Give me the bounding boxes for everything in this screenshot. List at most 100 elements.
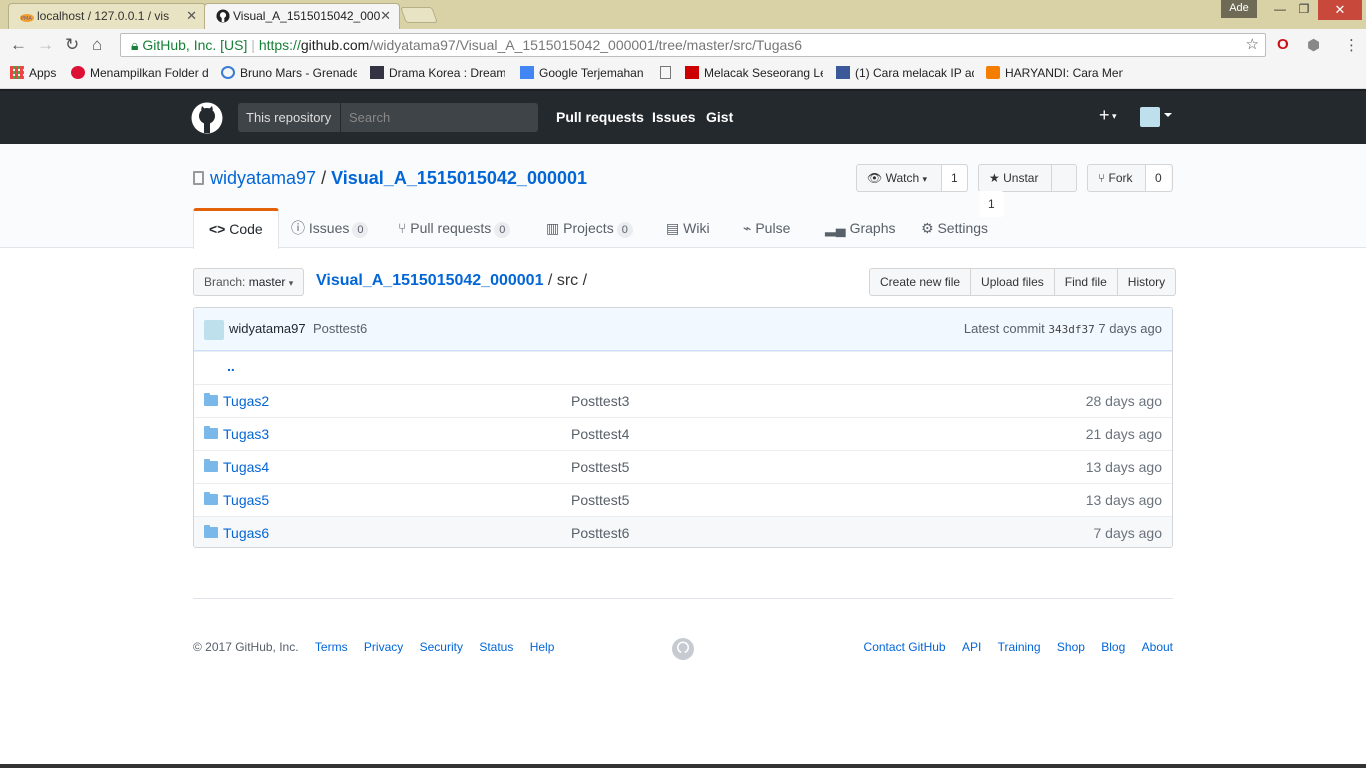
footer-link-status[interactable]: Status bbox=[479, 640, 513, 654]
address-bar[interactable]: 🔒︎ GitHub, Inc. [US] | https://github.co… bbox=[120, 33, 1266, 57]
fork-count[interactable]: 0 bbox=[1146, 165, 1171, 191]
tab-projects[interactable]: ▥ Projects 0 bbox=[546, 208, 633, 248]
page-icon bbox=[660, 66, 671, 79]
tab-title: Visual_A_1515015042_000 bbox=[233, 9, 381, 23]
file-name-link[interactable]: Tugas6 bbox=[223, 525, 269, 541]
footer-link-about[interactable]: About bbox=[1142, 640, 1173, 654]
footer-link-training[interactable]: Training bbox=[998, 640, 1041, 654]
footer-link-security[interactable]: Security bbox=[420, 640, 463, 654]
git-pull-request-icon: ⑂ bbox=[398, 220, 407, 236]
github-header: This repository Search Pull requests Iss… bbox=[0, 89, 1366, 144]
magnifier-icon bbox=[221, 66, 235, 79]
tab-pull-requests[interactable]: ⑂ Pull requests 0 bbox=[398, 208, 511, 248]
commit-sha-link[interactable]: 343df37 bbox=[1048, 323, 1094, 336]
fork-button[interactable]: ⑂ Fork 0 bbox=[1087, 164, 1173, 192]
forward-arrow-icon[interactable]: → bbox=[37, 35, 54, 55]
avatar[interactable] bbox=[1140, 107, 1160, 127]
minimize-icon[interactable]: — bbox=[1270, 0, 1290, 18]
latest-commit-info: Latest commit 343df37 7 days ago bbox=[963, 321, 1162, 336]
close-icon[interactable]: ✕ bbox=[380, 4, 391, 28]
parent-directory-link[interactable]: .. bbox=[227, 358, 235, 374]
bookmark-star-icon[interactable]: ☆ bbox=[1246, 34, 1259, 56]
bookmark-apps[interactable]: Apps bbox=[10, 66, 56, 80]
table-row: Tugas4 Posttest5 13 days ago bbox=[194, 450, 1172, 483]
reload-icon[interactable]: ↻ bbox=[65, 35, 79, 55]
watch-count[interactable]: 1 bbox=[942, 165, 967, 191]
upload-files-button[interactable]: Upload files bbox=[971, 269, 1055, 295]
commit-message-link[interactable]: Posttest5 bbox=[571, 459, 629, 475]
avatar[interactable] bbox=[204, 320, 224, 340]
repo-title-separator: / bbox=[321, 168, 327, 188]
bookmark-item[interactable]: Bruno Mars - Grenade bbox=[221, 66, 357, 80]
profile-user-label[interactable]: Ade bbox=[1221, 0, 1257, 18]
bookmark-item[interactable]: Drama Korea : Dream bbox=[370, 66, 505, 80]
h-icon bbox=[685, 66, 699, 79]
file-name-link[interactable]: Tugas3 bbox=[223, 426, 269, 442]
parent-directory-row[interactable]: .. bbox=[194, 351, 1172, 384]
commit-author-link[interactable]: widyatama97 bbox=[229, 321, 306, 336]
watch-button[interactable]: 👁︎ Watch ▾ 1 bbox=[856, 164, 968, 192]
tab-pulse[interactable]: ⌁ Pulse bbox=[743, 208, 790, 248]
copyright-text: © 2017 GitHub, Inc. bbox=[193, 640, 299, 654]
opera-icon[interactable]: O bbox=[1277, 36, 1289, 53]
url-divider: | bbox=[251, 37, 259, 53]
repo-name-link[interactable]: Visual_A_1515015042_000001 bbox=[331, 168, 587, 188]
search-input[interactable]: Search bbox=[341, 103, 538, 132]
bookmark-item[interactable]: HARYANDI: Cara Men bbox=[986, 66, 1123, 80]
header-nav-issues[interactable]: Issues bbox=[652, 109, 696, 125]
browser-tab-github[interactable]: Visual_A_1515015042_000 ✕ bbox=[204, 3, 400, 29]
project-icon: ▥ bbox=[546, 220, 560, 236]
restore-icon[interactable]: ❐ bbox=[1294, 0, 1314, 18]
branch-select-button[interactable]: Branch: master ▾ bbox=[193, 268, 305, 296]
github-mark-icon[interactable] bbox=[671, 637, 695, 661]
commit-message-link[interactable]: Posttest6 bbox=[571, 525, 629, 541]
menu-icon[interactable]: ⋮ bbox=[1344, 36, 1359, 54]
file-name-link[interactable]: Tugas2 bbox=[223, 393, 269, 409]
history-button[interactable]: History bbox=[1118, 269, 1175, 295]
tab-settings[interactable]: ⚙ Settings bbox=[921, 208, 988, 248]
commit-message-link[interactable]: Posttest4 bbox=[571, 426, 629, 442]
create-new-icon[interactable]: + ▾ bbox=[1099, 105, 1117, 126]
commit-age: 28 days ago bbox=[1085, 393, 1162, 409]
header-nav-pull-requests[interactable]: Pull requests bbox=[556, 109, 644, 125]
github-logo-icon[interactable] bbox=[191, 102, 223, 134]
tab-code[interactable]: <> Code bbox=[193, 208, 279, 249]
svg-text:PMA: PMA bbox=[21, 16, 32, 22]
new-tab-button[interactable] bbox=[400, 7, 438, 23]
header-nav-gist[interactable]: Gist bbox=[706, 109, 733, 125]
home-icon[interactable]: ⌂ bbox=[92, 35, 102, 55]
footer-link-shop[interactable]: Shop bbox=[1057, 640, 1085, 654]
footer-link-contact-github[interactable]: Contact GitHub bbox=[864, 640, 946, 654]
breadcrumb-repo-link[interactable]: Visual_A_1515015042_000001 bbox=[316, 272, 543, 289]
tab-issues[interactable]: ⓘ Issues 0 bbox=[291, 208, 369, 248]
bookmark-item[interactable]: (1) Cara melacak IP ad bbox=[836, 66, 974, 80]
commit-message-link[interactable]: Posttest3 bbox=[571, 393, 629, 409]
commit-message-link[interactable]: Posttest5 bbox=[571, 492, 629, 508]
gear-icon: ⚙ bbox=[921, 220, 934, 236]
footer-link-blog[interactable]: Blog bbox=[1101, 640, 1125, 654]
footer-link-privacy[interactable]: Privacy bbox=[364, 640, 403, 654]
file-name-link[interactable]: Tugas4 bbox=[223, 459, 269, 475]
browser-tab-phpmyadmin[interactable]: PMA localhost / 127.0.0.1 / vis ✕ bbox=[8, 3, 206, 29]
tab-graphs[interactable]: ▂▄ Graphs bbox=[825, 208, 896, 248]
bookmark-item[interactable]: Menampilkan Folder d bbox=[71, 66, 208, 80]
bookmark-item[interactable]: Melacak Seseorang Le bbox=[685, 66, 823, 80]
find-file-button[interactable]: Find file bbox=[1055, 269, 1118, 295]
footer-link-terms[interactable]: Terms bbox=[315, 640, 348, 654]
file-name-link[interactable]: Tugas5 bbox=[223, 492, 269, 508]
footer-link-api[interactable]: API bbox=[962, 640, 981, 654]
footer-link-help[interactable]: Help bbox=[530, 640, 555, 654]
create-new-file-button[interactable]: Create new file bbox=[870, 269, 972, 295]
chevron-down-icon bbox=[1164, 113, 1172, 117]
back-arrow-icon[interactable]: ← bbox=[10, 35, 27, 55]
repo-owner-link[interactable]: widyatama97 bbox=[210, 168, 316, 188]
window-close-icon[interactable]: ✕ bbox=[1318, 0, 1362, 20]
commit-message-link[interactable]: Posttest6 bbox=[313, 321, 367, 336]
close-icon[interactable]: ✕ bbox=[186, 4, 197, 28]
bookmark-item[interactable]: Google Terjemahan bbox=[520, 66, 650, 80]
bookmark-item[interactable] bbox=[660, 66, 674, 80]
unstar-button[interactable]: ★ Unstar1 bbox=[978, 164, 1077, 217]
extension-icon[interactable]: ⬢ bbox=[1307, 36, 1320, 54]
tab-wiki[interactable]: ▤ Wiki bbox=[666, 208, 710, 248]
browser-tabstrip: PMA localhost / 127.0.0.1 / vis ✕ Visual… bbox=[0, 0, 1366, 29]
